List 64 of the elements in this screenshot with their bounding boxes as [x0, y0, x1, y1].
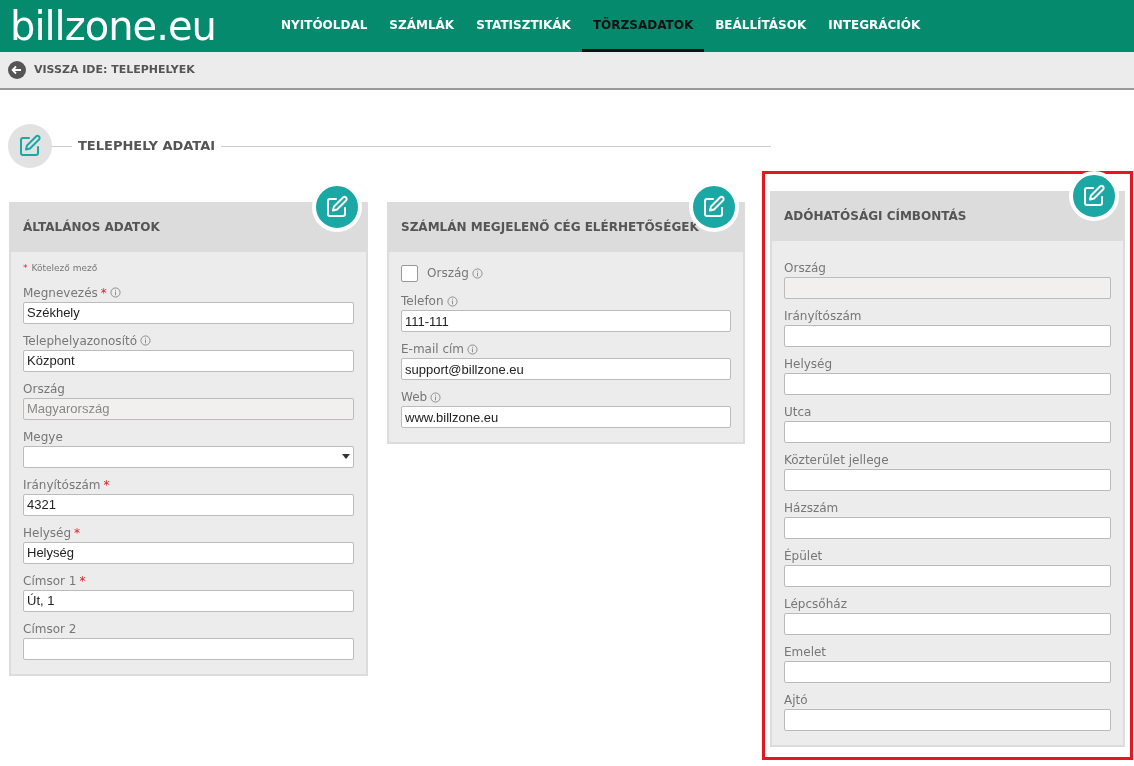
field-label: Megye — [23, 428, 63, 446]
nav-tab[interactable]: BEÁLLÍTÁSOK — [704, 0, 818, 52]
required-asterisk: * — [74, 524, 81, 542]
field-label: Ajtó — [784, 692, 808, 709]
nav-tab[interactable]: SZÁMLÁK — [378, 0, 466, 52]
edit-icon — [18, 134, 42, 158]
input-field[interactable]: www.billzone.eu — [401, 406, 731, 428]
required-note: Kötelező mező — [31, 262, 98, 275]
field-label: Címsor 2 — [23, 620, 77, 638]
field-label: Lépcsőház — [784, 596, 847, 613]
field-label: Házszám — [784, 500, 839, 517]
nav-tab[interactable]: NYITÓOLDAL — [270, 0, 379, 52]
field-label: Címsor 1 — [23, 572, 77, 590]
panel-title: ADÓHATÓSÁGI CÍMBONTÁS — [772, 191, 1123, 241]
field-label: Irányítószám — [784, 308, 862, 325]
field-label: Web — [401, 389, 428, 406]
panel-title: SZÁMLÁN MEGJELENŐ CÉG ELÉRHETŐSÉGEK — [389, 202, 743, 252]
nav-tab[interactable]: INTEGRÁCIÓK — [817, 0, 932, 52]
input-field[interactable]: Székhely — [23, 301, 354, 324]
input-field[interactable] — [784, 565, 1111, 587]
logo: billzone.eu — [9, 2, 217, 51]
field-label: Megnevezés — [23, 284, 98, 302]
required-asterisk: * — [100, 284, 107, 302]
input-field[interactable] — [784, 661, 1111, 683]
dropdown-caret-icon — [342, 454, 350, 459]
panel-title: ÁLTALÁNOS ADATOK — [11, 202, 366, 252]
field-label: Ország — [427, 265, 469, 282]
back-link[interactable]: VISSZA IDE: TELEPHELYEK — [34, 61, 195, 79]
nav-tab[interactable]: STATISZTIKÁK — [465, 0, 582, 52]
field-label: Emelet — [784, 644, 827, 661]
edit-icon — [325, 195, 349, 219]
edit-icon — [1082, 184, 1106, 208]
field-label: E-mail cím — [401, 341, 465, 358]
input-field[interactable] — [784, 709, 1111, 731]
input-field[interactable] — [784, 325, 1111, 347]
field-label: Közterület jellege — [784, 452, 889, 469]
input-field[interactable] — [784, 613, 1111, 635]
input-field[interactable]: 111-111 — [401, 310, 731, 332]
input-field[interactable] — [784, 421, 1111, 443]
input-field[interactable]: Központ — [23, 349, 354, 372]
field-label: Telephelyazonosító — [23, 332, 137, 350]
input-field[interactable] — [23, 637, 354, 660]
field-label: Ország — [784, 260, 826, 277]
required-asterisk: * — [103, 476, 110, 494]
checkbox[interactable] — [401, 264, 418, 282]
input-field[interactable]: 4321 — [23, 493, 354, 516]
input-field[interactable]: Út, 1 — [23, 589, 354, 612]
field-label: Ország — [23, 380, 65, 398]
required-asterisk: * — [79, 572, 86, 590]
edit-icon — [702, 195, 726, 219]
input-field[interactable]: Helység — [23, 541, 354, 564]
required-asterisk: * — [23, 262, 28, 275]
input-field[interactable]: support@billzone.eu — [401, 358, 731, 380]
field-label: Telefon — [401, 293, 444, 310]
field-label: Épület — [784, 547, 823, 565]
input-field[interactable] — [784, 469, 1111, 491]
input-field[interactable] — [784, 517, 1111, 539]
field-label: Helység — [23, 524, 72, 542]
field-label: Utca — [784, 404, 812, 421]
select-field[interactable] — [23, 445, 354, 468]
field-label: Helység — [784, 356, 833, 373]
section-title: TELEPHELY ADATAI — [77, 137, 217, 156]
field-label: Irányítószám — [23, 476, 101, 494]
input-field[interactable] — [784, 373, 1111, 395]
